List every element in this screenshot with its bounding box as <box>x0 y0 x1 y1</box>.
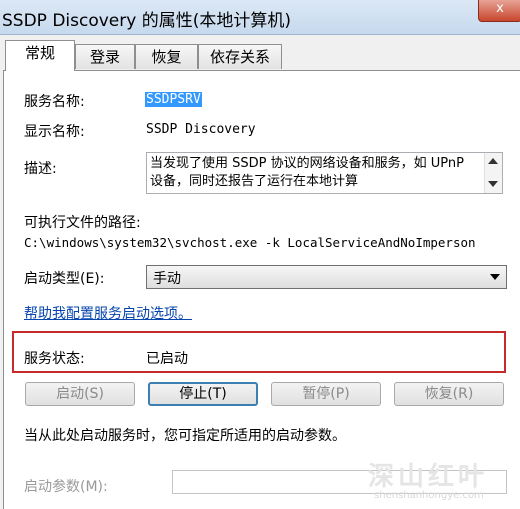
title-bar: SSDP Discovery 的属性(本地计算机) x <box>0 0 520 35</box>
stop-button[interactable]: 停止(T) <box>148 382 258 406</box>
display-name-value: SSDP Discovery <box>146 122 256 137</box>
startup-type-value: 手动 <box>153 271 181 287</box>
scroll-down-icon[interactable] <box>488 181 498 187</box>
exe-path-value: C:\windows\system32\svchost.exe -k Local… <box>24 235 476 250</box>
service-status-value: 已启动 <box>146 351 188 367</box>
start-params-hint: 当从此处启动服务时，您可指定所适用的启动参数。 <box>24 428 346 444</box>
exe-path-label: 可执行文件的路径: <box>24 215 141 231</box>
close-button[interactable]: x <box>478 0 520 22</box>
tab-strip: 常规 登录 恢复 依存关系 <box>0 40 520 71</box>
tab-general[interactable]: 常规 <box>5 40 75 71</box>
service-name-value[interactable]: SSDPSRV <box>145 92 202 107</box>
startup-type-select[interactable]: 手动 <box>146 265 507 289</box>
chevron-down-icon <box>490 274 500 280</box>
help-link[interactable]: 帮助我配置服务启动选项。 <box>24 303 192 323</box>
service-name-label: 服务名称: <box>24 94 85 110</box>
start-button[interactable]: 启动(S) <box>25 382 135 406</box>
watermark-url: shenshanhongye.com <box>374 490 484 501</box>
watermark-logo: 深山红叶 <box>368 462 489 492</box>
service-status-highlight <box>12 331 506 373</box>
description-text: 当发现了使用 SSDP 协议的网络设备和服务，如 UPnP 设备，同时还报告了运… <box>150 156 464 189</box>
tab-recovery[interactable]: 恢复 <box>135 44 198 69</box>
pause-button[interactable]: 暂停(P) <box>271 382 381 406</box>
resume-button[interactable]: 恢复(R) <box>394 382 504 406</box>
description-scrollbar[interactable] <box>484 153 502 193</box>
description-label: 描述: <box>24 161 57 177</box>
startup-type-label: 启动类型(E): <box>24 271 105 287</box>
start-params-label: 启动参数(M): <box>24 479 108 495</box>
scroll-up-icon[interactable] <box>488 158 498 164</box>
service-status-label: 服务状态: <box>24 351 85 367</box>
tab-logon[interactable]: 登录 <box>75 44 135 69</box>
close-icon: x <box>496 1 504 16</box>
description-box[interactable]: 当发现了使用 SSDP 协议的网络设备和服务，如 UPnP 设备，同时还报告了运… <box>146 152 503 194</box>
display-name-label: 显示名称: <box>24 124 85 140</box>
tab-dependencies[interactable]: 依存关系 <box>198 44 282 69</box>
window-title: SSDP Discovery 的属性(本地计算机) <box>2 11 291 31</box>
